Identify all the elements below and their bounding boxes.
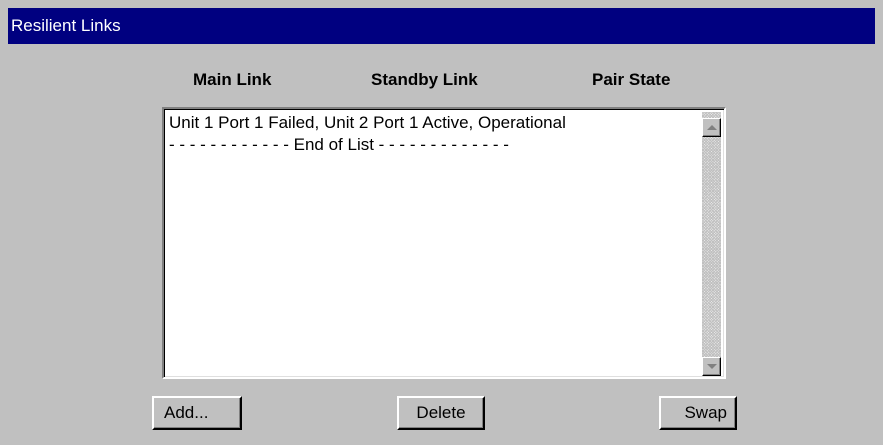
scroll-up-button[interactable] xyxy=(702,118,721,137)
column-header-main-link: Main Link xyxy=(193,70,272,89)
column-header-pair-state: Pair State xyxy=(592,70,671,89)
scroll-down-button[interactable] xyxy=(702,357,721,376)
add-button[interactable]: Add... xyxy=(152,396,242,430)
list-content: Unit 1 Port 1 Failed, Unit 2 Port 1 Acti… xyxy=(167,112,690,376)
scroll-down-arrow-icon xyxy=(707,364,717,369)
column-header-standby-link: Standby Link xyxy=(371,70,478,89)
resilient-links-listbox[interactable]: Unit 1 Port 1 Failed, Unit 2 Port 1 Acti… xyxy=(162,107,726,379)
list-item[interactable]: Unit 1 Port 1 Failed, Unit 2 Port 1 Acti… xyxy=(167,112,690,134)
scroll-up-arrow-icon xyxy=(707,125,717,130)
vertical-scrollbar[interactable] xyxy=(702,112,721,376)
title-bar: Resilient Links xyxy=(8,8,875,44)
list-end-marker[interactable]: - - - - - - - - - - - - End of List - - … xyxy=(167,134,690,156)
delete-button[interactable]: Delete xyxy=(397,396,485,430)
swap-button[interactable]: Swap xyxy=(659,396,737,430)
window-title: Resilient Links xyxy=(11,16,121,35)
resilient-links-window: Resilient Links Main Link Standby Link P… xyxy=(0,0,883,445)
